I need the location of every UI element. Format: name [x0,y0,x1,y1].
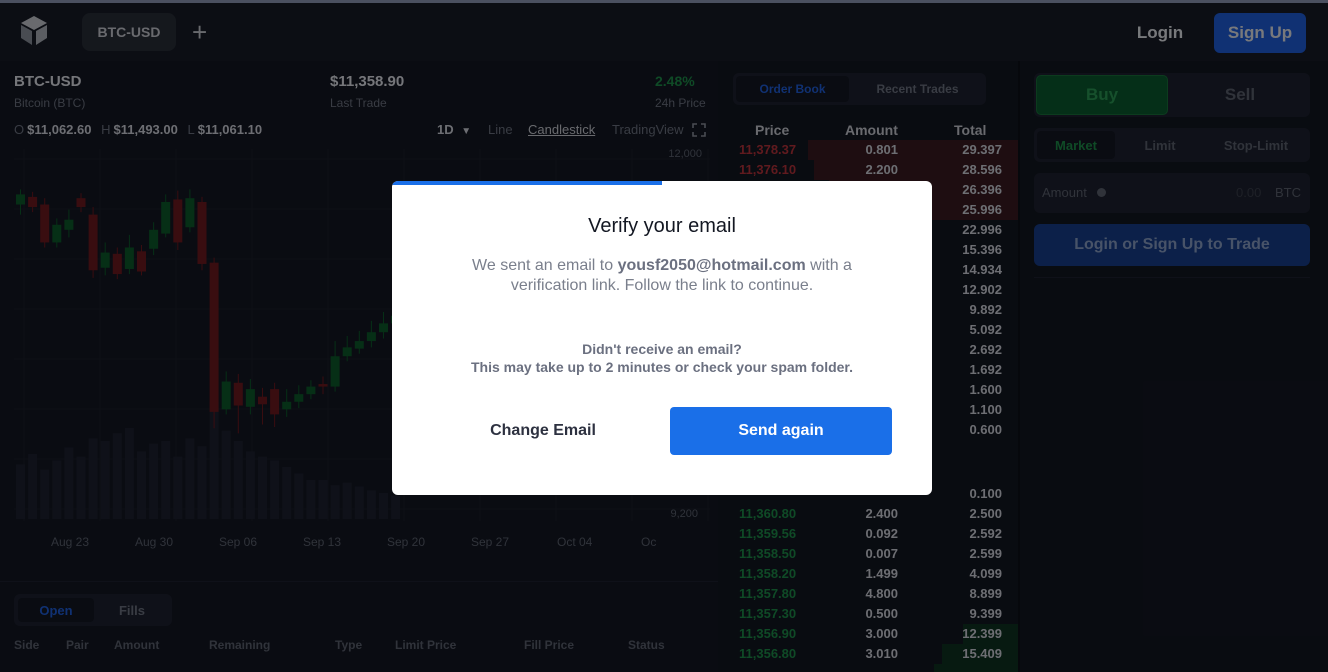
send-again-button[interactable]: Send again [670,407,892,455]
dialog-progress-bar [392,181,662,185]
dialog-email: yousf2050@hotmail.com [617,257,806,274]
dialog-body-prefix: We sent an email to [472,257,618,274]
verify-email-dialog: Verify your email We sent an email to yo… [392,181,932,495]
dialog-title: Verify your email [588,215,736,237]
change-email-button[interactable]: Change Email [472,407,614,455]
dialog-help: Didn't receive an email? This may take u… [392,340,932,376]
dialog-body: We sent an email to yousf2050@hotmail.co… [442,256,882,296]
dialog-hint: This may take up to 2 minutes or check y… [471,359,853,375]
dialog-question: Didn't receive an email? [582,341,742,357]
